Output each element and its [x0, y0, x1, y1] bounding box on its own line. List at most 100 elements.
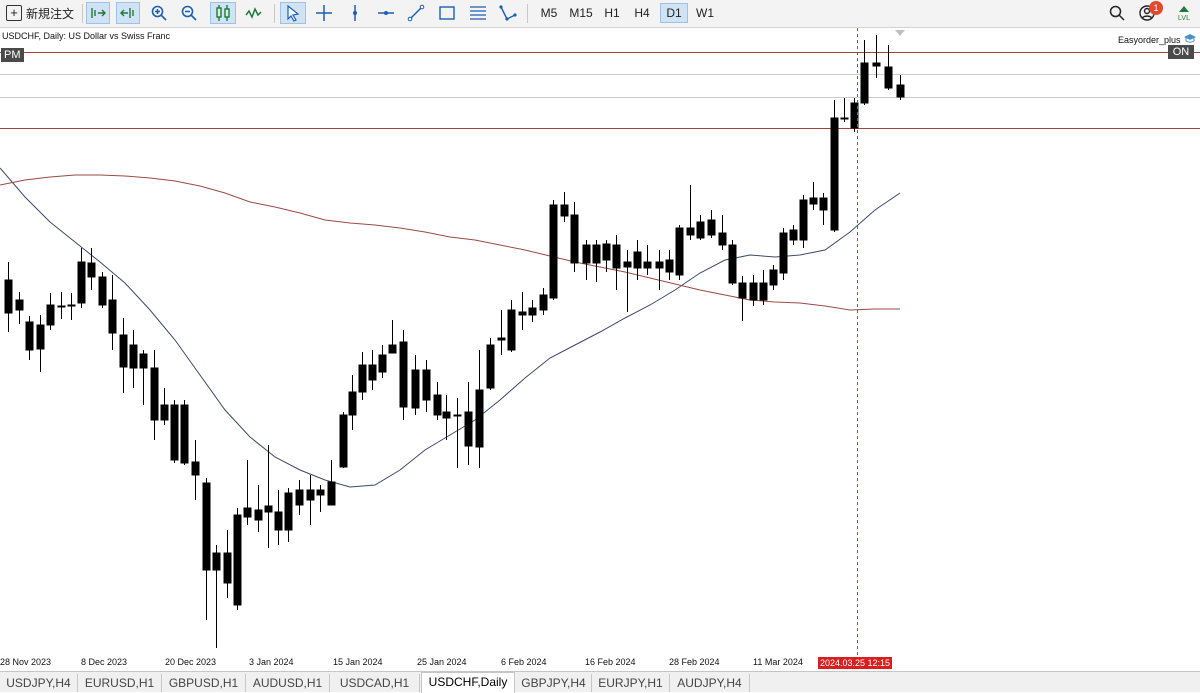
candle-body — [728, 244, 737, 284]
candle-body — [15, 299, 24, 311]
rectangle-icon[interactable] — [434, 2, 460, 24]
candle-body — [582, 244, 591, 264]
tab-eurjpy-h1[interactable]: EURJPY,H1 — [592, 674, 670, 692]
candle-body — [108, 299, 117, 334]
moving-averages — [0, 167, 901, 488]
zoom-out-icon[interactable] — [178, 2, 200, 24]
candle-body — [4, 279, 13, 314]
expert-advisor-label: Easyorder_plus — [1118, 35, 1181, 45]
candle-body — [896, 84, 905, 98]
candle-body — [243, 507, 252, 518]
candle-body — [378, 354, 387, 373]
new-order-button[interactable]: + 新規注文 — [6, 2, 78, 24]
trend-line-icon[interactable] — [404, 2, 428, 24]
timeframe-w1[interactable]: W1 — [692, 3, 718, 23]
new-order-label: 新規注文 — [26, 6, 75, 21]
candle-body — [560, 204, 569, 217]
chart-shift-marker — [895, 30, 905, 36]
candle-body — [25, 321, 34, 351]
candle-body — [87, 262, 96, 278]
candle-body — [840, 117, 849, 120]
tab-usdcad-h1[interactable]: USDCAD,H1 — [330, 674, 420, 692]
search-icon[interactable] — [1106, 2, 1128, 24]
candle-body — [67, 304, 76, 307]
candle-body — [36, 324, 45, 350]
tab-gbpusd-h1[interactable]: GBPUSD,H1 — [162, 674, 246, 692]
candle-body — [809, 197, 818, 205]
horizontal-line-icon[interactable] — [374, 2, 398, 24]
candle-body — [233, 514, 242, 606]
candle-body — [602, 243, 611, 261]
candle-body — [170, 404, 179, 461]
ea-on-tag[interactable]: ON — [1168, 45, 1194, 59]
tab-usdchf-daily[interactable]: USDCHF,Daily — [421, 672, 515, 693]
candle-body — [528, 307, 537, 316]
candle-body — [860, 62, 869, 104]
candle-body — [212, 552, 221, 571]
toolbar: + 新規注文 M5 M15 H1 H4 D1 W1 1 LVL — [0, 0, 1200, 28]
candle-body — [139, 353, 148, 369]
tab-gbpjpy-h4[interactable]: GBPJPY,H4 — [516, 674, 592, 692]
date-label: 20 Dec 2023 — [165, 657, 217, 667]
candle-body — [819, 197, 828, 211]
candle-body — [633, 251, 642, 269]
date-label: 16 Feb 2024 — [585, 657, 636, 667]
candle-body — [358, 364, 367, 393]
candlestick-chart-icon[interactable] — [210, 2, 236, 24]
candle-body — [623, 261, 632, 268]
candle-body — [77, 261, 86, 304]
timeframe-d1[interactable]: D1 — [660, 3, 688, 23]
candle-body — [759, 282, 768, 301]
notification-count-badge: 1 — [1149, 1, 1163, 15]
candle-body — [475, 389, 484, 448]
chart-title: USDCHF, Daily: US Dollar vs Swiss Franc — [2, 31, 171, 41]
date-label: 15 Jan 2024 — [333, 657, 383, 667]
timeframe-h1[interactable]: H1 — [600, 3, 624, 23]
depth-of-market-icon[interactable] — [86, 2, 110, 24]
signal-icon[interactable]: LVL — [1172, 2, 1196, 24]
candle-body — [696, 221, 705, 239]
candle-body — [202, 482, 211, 571]
line-chart-icon[interactable] — [242, 2, 266, 24]
candle-body — [348, 391, 357, 416]
cursor-icon[interactable] — [280, 2, 306, 24]
candle-body — [339, 414, 348, 468]
tab-audjpy-h4[interactable]: AUDJPY,H4 — [670, 674, 750, 692]
candle-body — [539, 294, 548, 311]
candle-body — [665, 259, 674, 273]
polyline-icon[interactable] — [496, 2, 520, 24]
candle-body — [98, 276, 107, 306]
cursor-date-label: 2024.03.25 12:15 — [818, 657, 893, 669]
tab-usdjpy-h4[interactable]: USDJPY,H4 — [0, 674, 78, 692]
toolbar-separator — [527, 4, 528, 23]
candle-body — [433, 394, 442, 416]
price-chart[interactable] — [0, 28, 1200, 657]
candle-body — [612, 244, 621, 269]
timeframe-m15[interactable]: M15 — [566, 3, 596, 23]
candle-body — [160, 404, 169, 421]
plus-icon: + — [6, 5, 22, 21]
candle-body — [388, 344, 397, 354]
tab-eurusd-h1[interactable]: EURUSD,H1 — [78, 674, 162, 692]
timeframe-m5[interactable]: M5 — [536, 3, 562, 23]
candle-body — [453, 414, 462, 417]
signal-label: LVL — [1178, 14, 1190, 22]
candle-body — [191, 461, 200, 476]
fibonacci-icon[interactable] — [466, 2, 490, 24]
vertical-line-icon[interactable] — [344, 2, 366, 24]
candle-body — [850, 102, 859, 129]
date-label: 8 Dec 2023 — [81, 657, 128, 667]
chart-grid — [0, 52, 1200, 129]
candle-body — [284, 492, 293, 531]
moving-average-fast — [0, 167, 901, 488]
candle-body — [46, 304, 55, 326]
candle-body — [655, 261, 664, 269]
one-click-trading-icon[interactable] — [116, 2, 140, 24]
tab-audusd-h1[interactable]: AUDUSD,H1 — [246, 674, 330, 692]
candle-body — [789, 229, 798, 241]
crosshair-icon[interactable] — [312, 2, 336, 24]
candle-body — [368, 364, 377, 381]
zoom-in-icon[interactable] — [148, 2, 170, 24]
chart-overlays — [857, 28, 905, 657]
timeframe-h4[interactable]: H4 — [630, 3, 654, 23]
